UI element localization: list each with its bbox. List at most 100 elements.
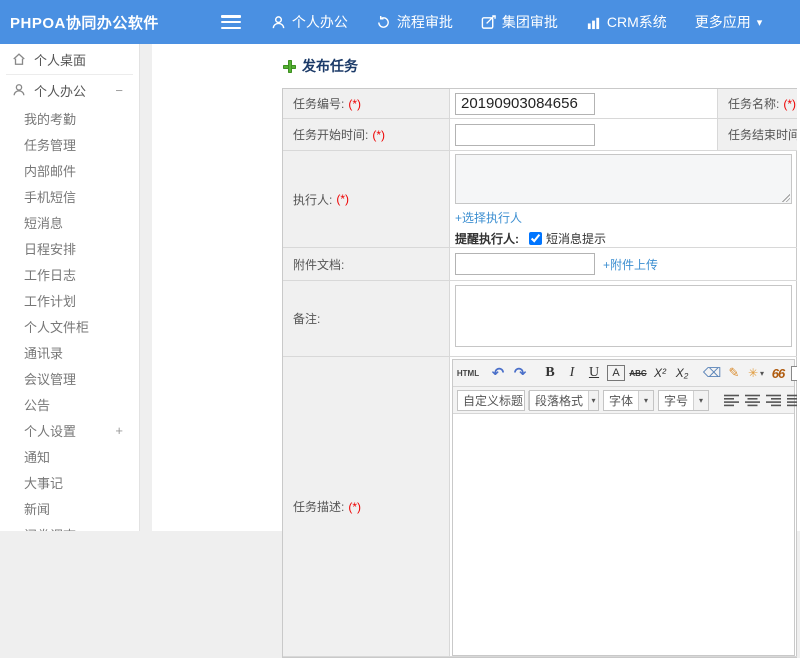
note-cell <box>450 281 797 357</box>
sidebar-item-attendance[interactable]: 我的考勤 <box>0 105 139 131</box>
sidebar-item-personal-settings[interactable]: 个人设置 + <box>0 417 139 443</box>
caret-down-icon: ▾ <box>756 16 763 29</box>
task-number-input[interactable] <box>455 92 595 115</box>
note-textarea[interactable] <box>455 285 792 347</box>
sidebar-item-label: 个人桌面 <box>34 52 87 68</box>
executor-label: 执行人: (*) <box>283 151 450 248</box>
remind-executor-label: 提醒执行人: <box>455 232 519 246</box>
attachment-input[interactable] <box>455 253 595 275</box>
sidebar-item-work-log[interactable]: 工作日志 <box>0 261 139 287</box>
sidebar-item-desktop[interactable]: 个人桌面 <box>0 44 139 74</box>
publish-task-form: 任务编号: (*) 任务名称: (*) 任务开始时间: (*) 任务结束时间: … <box>282 88 797 658</box>
caret-down-icon: ▾ <box>588 390 598 410</box>
paragraph-select[interactable]: 段落格式 ▾ <box>529 389 599 411</box>
top-header: PHPOA协同办公软件 个人办公 流程审批 集团审批 CRM系统 更多应用 ▾ <box>0 0 800 44</box>
main-nav: 个人办公 流程审批 集团审批 CRM系统 更多应用 ▾ <box>271 12 790 32</box>
undo-button[interactable]: ↶ <box>489 363 507 383</box>
start-time-input[interactable] <box>455 123 595 146</box>
start-time-label: 任务开始时间: (*) <box>283 119 450 151</box>
format-brush-button[interactable]: ✎ <box>725 363 743 383</box>
nav-label: 更多应用 <box>694 14 751 30</box>
main-content: 发布任务 任务编号: (*) 任务名称: (*) 任务开始时间: (*) 任务结… <box>152 44 800 658</box>
attachment-label: 附件文档: <box>283 248 450 281</box>
align-justify-icon[interactable] <box>787 394 797 407</box>
paste-button[interactable]: T <box>791 365 797 381</box>
app-logo: PHPOA协同办公软件 <box>10 14 159 32</box>
align-center-icon[interactable] <box>745 394 761 407</box>
subscript-button[interactable]: X₂ <box>673 363 691 383</box>
sidebar-item-internal-mail[interactable]: 内部邮件 <box>0 157 139 183</box>
eraser-button[interactable]: ⌫ <box>703 363 721 383</box>
nav-flow-approval[interactable]: 流程审批 <box>376 12 453 32</box>
page-title: 发布任务 <box>302 58 358 74</box>
required-mark: (*) <box>336 192 350 206</box>
editor-toolbar-row2: 自定义标题 ▾ 段落格式 ▾ 字体 ▾ 字号 ▾ <box>453 387 797 414</box>
sidebar-item-file-cabinet[interactable]: 个人文件柜 <box>0 313 139 339</box>
required-mark: (*) <box>348 96 362 111</box>
sidebar-item-work-plan[interactable]: 工作计划 <box>0 287 139 313</box>
nav-more-apps[interactable]: 更多应用 ▾ <box>695 12 763 32</box>
upload-attachment-link[interactable]: +附件上传 <box>603 256 658 273</box>
executor-cell: +选择执行人 提醒执行人: 短消息提示 <box>450 151 797 248</box>
select-executor-link[interactable]: +选择执行人 <box>455 211 522 225</box>
heading-select[interactable]: 自定义标题 ▾ <box>457 389 534 411</box>
sidebar-item-contacts[interactable]: 通讯录 <box>0 339 139 365</box>
sidebar-item-meeting[interactable]: 会议管理 <box>0 365 139 391</box>
sidebar-item-news[interactable]: 新闻 <box>0 495 139 521</box>
end-time-label: 任务结束时间: (*) <box>718 119 797 151</box>
nav-label: CRM系统 <box>606 14 667 30</box>
sidebar-item-sms[interactable]: 手机短信 <box>0 183 139 209</box>
nav-personal-office[interactable]: 个人办公 <box>271 12 348 32</box>
redo-button[interactable]: ↷ <box>511 363 529 383</box>
quick-format-button[interactable]: ✳ ▾ <box>747 363 765 383</box>
align-left-icon[interactable] <box>724 394 740 407</box>
task-number-cell <box>450 89 718 119</box>
caret-down-icon: ▾ <box>693 390 709 410</box>
align-right-icon[interactable] <box>766 394 782 407</box>
sidebar-item-survey[interactable]: 问卷调查 <box>0 521 139 532</box>
blockquote-button[interactable]: 66 <box>769 363 787 383</box>
sidebar-item-schedule[interactable]: 日程安排 <box>0 235 139 261</box>
hamburger-menu-icon[interactable] <box>220 15 241 29</box>
sidebar-item-personal-office[interactable]: 个人办公 − <box>0 75 139 105</box>
strikethrough-button[interactable]: ABC <box>629 363 647 383</box>
nav-group-approval[interactable]: 集团审批 <box>481 12 558 32</box>
font-button[interactable]: A <box>607 365 625 381</box>
required-mark: (*) <box>348 499 362 514</box>
required-mark: (*) <box>783 96 797 111</box>
nav-label: 集团审批 <box>501 14 558 30</box>
font-size-select[interactable]: 字号 ▾ <box>658 389 710 411</box>
resize-handle-icon[interactable] <box>781 193 790 202</box>
sidebar-item-task-management[interactable]: 任务管理 <box>0 131 139 157</box>
sidebar-item-events[interactable]: 大事记 <box>0 469 139 495</box>
sidebar-item-announcement[interactable]: 公告 <box>0 391 139 417</box>
editor-toolbar-row1: HTML ↶ ↷ B I U A ABC X² X₂ ⌫ ✎ ✳ ▾ 66 <box>453 360 797 387</box>
rich-text-editor: HTML ↶ ↷ B I U A ABC X² X₂ ⌫ ✎ ✳ ▾ 66 自定… <box>452 359 797 656</box>
italic-button[interactable]: I <box>563 363 581 383</box>
user-icon <box>272 15 285 28</box>
bold-button[interactable]: B <box>541 363 559 383</box>
chart-icon <box>587 17 599 29</box>
sms-remind-checkbox[interactable] <box>529 232 542 245</box>
expand-icon[interactable]: + <box>115 423 123 438</box>
attachment-cell: +附件上传 <box>450 248 797 281</box>
caret-down-icon: ▾ <box>760 368 765 378</box>
underline-button[interactable]: U <box>585 363 603 383</box>
editor-content-area[interactable] <box>453 414 794 655</box>
font-family-select[interactable]: 字体 ▾ <box>603 389 655 411</box>
collapse-icon[interactable]: − <box>115 83 123 98</box>
superscript-button[interactable]: X² <box>651 363 669 383</box>
note-label: 备注: <box>283 281 450 357</box>
flow-approval-icon <box>377 15 389 28</box>
home-icon <box>13 53 25 65</box>
source-button[interactable]: HTML <box>457 363 479 383</box>
executor-textarea[interactable] <box>455 154 792 204</box>
nav-label: 个人办公 <box>291 14 348 30</box>
sidebar-item-short-message[interactable]: 短消息 <box>0 209 139 235</box>
sidebar-item-notice[interactable]: 通知 <box>0 443 139 469</box>
page-title-row: 发布任务 <box>283 56 358 76</box>
nav-crm[interactable]: CRM系统 <box>586 12 667 32</box>
description-editor-cell: HTML ↶ ↷ B I U A ABC X² X₂ ⌫ ✎ ✳ ▾ 66 自定… <box>450 357 797 657</box>
start-time-cell <box>450 119 718 151</box>
required-mark: (*) <box>372 127 386 142</box>
